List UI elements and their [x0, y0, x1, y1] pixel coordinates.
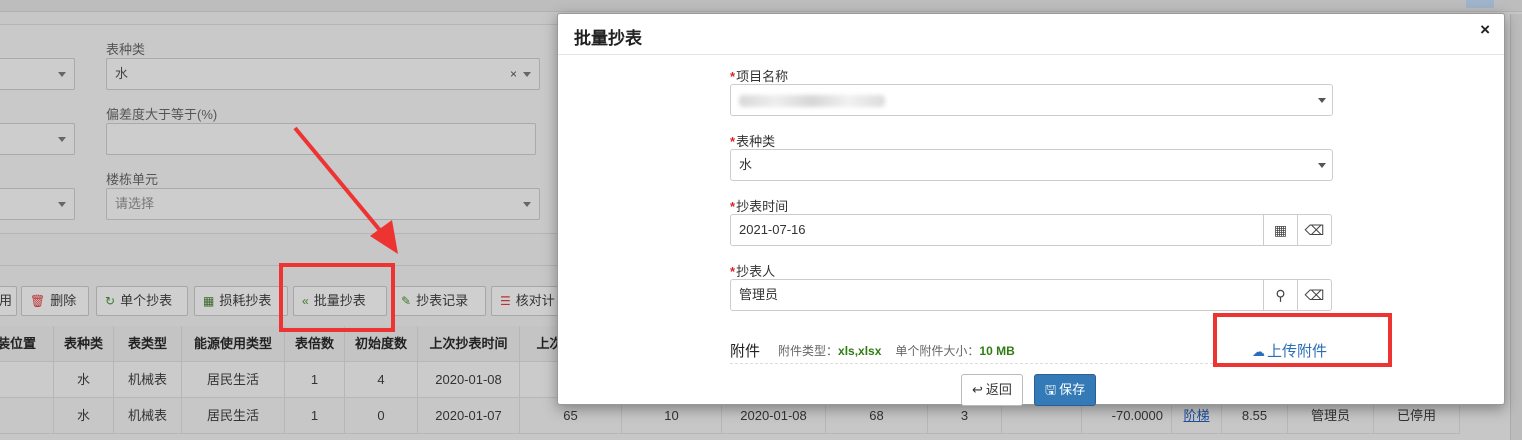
save-icon: 🖫 [1045, 382, 1057, 397]
attachment-title: 附件 [730, 343, 761, 360]
save-label: 保存 [1059, 382, 1086, 397]
annotation-box-upload [1213, 313, 1392, 367]
read-time-input[interactable]: 2021-07-16 [730, 214, 1264, 246]
eraser-icon[interactable]: ⌫ [1297, 214, 1332, 246]
project-name-label: *项目名称 [730, 66, 788, 85]
dialog-header: 批量抄表 × [558, 14, 1504, 55]
reply-icon: ↩ [972, 382, 983, 397]
reader-label-text: 抄表人 [736, 264, 776, 279]
close-icon[interactable]: × [1480, 20, 1490, 40]
attachment-info: 附件类型：xls,xlsx 单个附件大小：10 MB [778, 342, 1029, 359]
attachment-size-value: 10 MB [979, 344, 1015, 358]
project-name-select[interactable] [730, 84, 1333, 116]
reader-value: 管理员 [739, 287, 779, 302]
meter-type-select[interactable]: 水 [730, 149, 1333, 181]
chevron-down-icon [1318, 98, 1326, 103]
dialog-title: 批量抄表 [574, 29, 642, 48]
project-name-label-text: 项目名称 [736, 69, 789, 84]
meter-type-value: 水 [739, 157, 753, 172]
search-icon[interactable]: ⚲ [1263, 279, 1298, 311]
required-mark: * [730, 264, 736, 279]
attachment-size-label: 单个附件大小： [895, 344, 980, 358]
reader-addons: ⚲ ⌫ [1263, 279, 1333, 311]
annotation-box-batch-read [279, 263, 395, 332]
read-time-addons: ▦ ⌫ [1263, 214, 1333, 246]
back-label: 返回 [985, 382, 1012, 397]
reader-input[interactable]: 管理员 [730, 279, 1264, 311]
meter-type-label: *表种类 [730, 131, 775, 150]
eraser-icon[interactable]: ⌫ [1297, 279, 1332, 311]
meter-type-label-text: 表种类 [736, 134, 776, 149]
save-button[interactable]: 🖫 保存 [1034, 374, 1097, 406]
required-mark: * [730, 134, 736, 149]
back-button[interactable]: ↩ 返回 [961, 374, 1023, 406]
required-mark: * [730, 199, 736, 214]
calendar-icon[interactable]: ▦ [1263, 214, 1298, 246]
reader-label: *抄表人 [730, 261, 775, 280]
redacted-value [739, 95, 885, 107]
read-time-label: *抄表时间 [730, 196, 788, 215]
chevron-down-icon [1318, 163, 1326, 168]
attachment-type-label: 附件类型： [778, 344, 839, 358]
read-time-value: 2021-07-16 [739, 222, 806, 237]
arrow-shaft [293, 126, 390, 242]
read-time-label-text: 抄表时间 [736, 199, 789, 214]
required-mark: * [730, 69, 736, 84]
attachment-type-value: xls,xlsx [838, 344, 882, 358]
